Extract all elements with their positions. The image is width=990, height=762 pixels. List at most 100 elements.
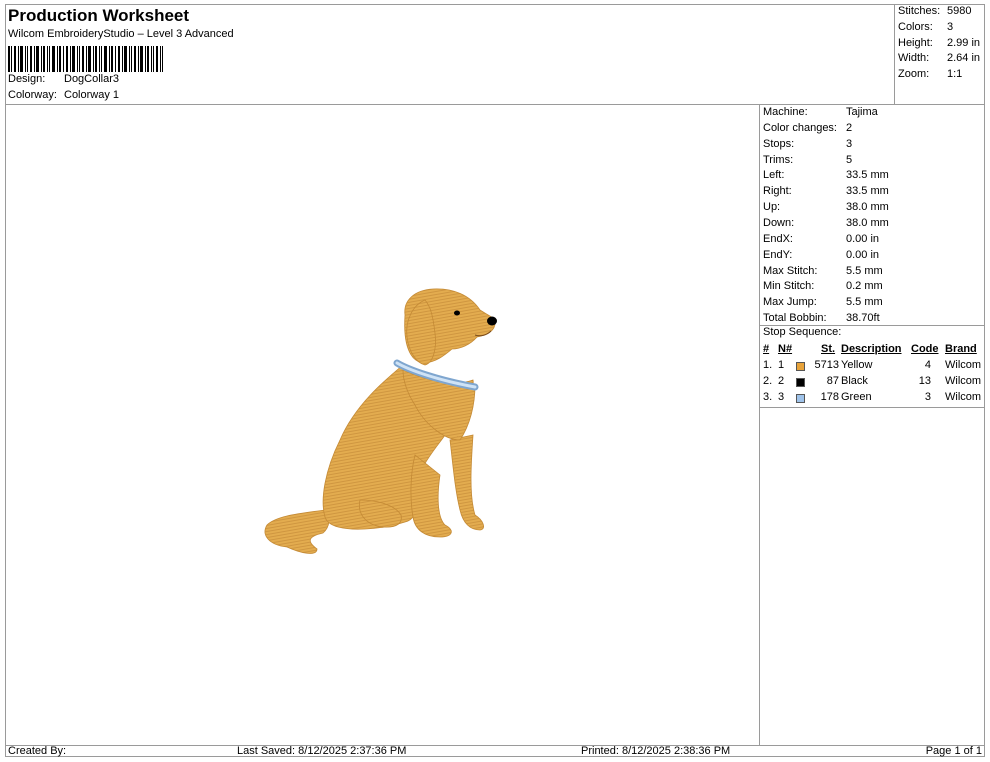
- machine-info-value: 33.5 mm: [846, 169, 889, 182]
- row-code: 4: [924, 359, 931, 371]
- last-saved: Last Saved: 8/12/2025 2:37:36 PM: [237, 745, 407, 757]
- row-code: 13: [918, 375, 931, 387]
- machine-info-row: Color changes: 2: [763, 122, 852, 134]
- colorway-value: Colorway 1: [64, 89, 120, 101]
- row-needle: 2: [778, 375, 785, 387]
- printed-date: Printed: 8/12/2025 2:38:36 PM: [581, 745, 731, 757]
- design-row: Design: DogCollar3: [8, 73, 119, 85]
- machine-info-value: 38.0 mm: [846, 216, 889, 229]
- row-needle: 3: [778, 391, 785, 403]
- machine-info-value: 33.5 mm: [846, 185, 889, 198]
- stat-label: Height:: [898, 37, 933, 49]
- row-needle: 1: [778, 359, 785, 371]
- row-brand: Wilcom: [945, 375, 982, 387]
- machine-info-value: 38.70ft: [846, 312, 880, 325]
- row-code: 3: [924, 391, 931, 403]
- machine-info-value: Tajima: [846, 106, 878, 118]
- machine-info-row: Right: 33.5 mm: [763, 185, 889, 197]
- table-row: 1. 1 5713 Yellow 4 Wilcom: [760, 359, 985, 375]
- machine-info-label: Machine:: [763, 106, 808, 118]
- machine-info-row: Total Bobbin: 38.70ft: [763, 312, 880, 324]
- row-brand: Wilcom: [945, 359, 982, 371]
- machine-info-row: Min Stitch: 0.2 mm: [763, 280, 883, 292]
- design-label: Design:: [8, 73, 46, 85]
- machine-info-value: 5.5 mm: [846, 264, 883, 277]
- stat-zoom: Zoom: 1:1: [898, 68, 962, 80]
- machine-info-label: Max Jump:: [763, 296, 817, 309]
- machine-info-row: Up: 38.0 mm: [763, 201, 889, 213]
- col-header-code: Code: [911, 343, 939, 355]
- stat-stitches: Stitches: 5980: [898, 5, 971, 17]
- stat-label: Zoom:: [898, 68, 930, 80]
- machine-info-value: 5: [846, 153, 853, 166]
- machine-info-label: Max Stitch:: [763, 264, 818, 277]
- row-description: Black: [841, 375, 868, 387]
- machine-info-label: Left:: [763, 169, 785, 182]
- page-number: Page 1 of 1: [925, 745, 982, 757]
- machine-info-row: Trims: 5: [763, 154, 852, 166]
- stat-label: Stitches:: [898, 5, 941, 17]
- stat-value: 3: [947, 21, 954, 33]
- stat-width: Width: 2.64 in: [898, 52, 980, 64]
- table-row: 3. 3 178 Green 3 Wilcom: [760, 391, 985, 407]
- created-by: Created By:: [8, 745, 67, 757]
- color-swatch: [796, 394, 805, 403]
- page-title: Production Worksheet: [8, 6, 190, 25]
- software-subtitle: Wilcom EmbroideryStudio – Level 3 Advanc…: [8, 28, 234, 40]
- machine-info-label: Stops:: [763, 137, 795, 150]
- row-stitches: 5713: [814, 359, 839, 371]
- machine-info-label: Right:: [763, 185, 792, 198]
- row-num: 1.: [763, 359, 773, 371]
- row-brand: Wilcom: [945, 391, 982, 403]
- machine-info-row: EndX: 0.00 in: [763, 233, 879, 245]
- colorway-label: Colorway:: [8, 89, 57, 101]
- barcode-image: [8, 46, 163, 72]
- stat-value: 2.99 in: [947, 37, 981, 49]
- machine-info-value: 0.00 in: [846, 232, 880, 245]
- stat-height: Height: 2.99 in: [898, 37, 980, 49]
- machine-info-label: Min Stitch:: [763, 280, 815, 293]
- row-num: 3.: [763, 391, 773, 403]
- col-header-n: N#: [778, 343, 793, 355]
- machine-info-row: Down: 38.0 mm: [763, 217, 889, 229]
- row-stitches: 87: [826, 375, 839, 387]
- stat-value: 1:1: [947, 68, 963, 80]
- machine-info-row: Max Stitch: 5.5 mm: [763, 265, 883, 277]
- stat-value: 5980: [947, 5, 972, 17]
- worksheet-header: Production Worksheet Wilcom EmbroiderySt…: [5, 4, 895, 105]
- machine-info-value: 0.00 in: [846, 248, 880, 261]
- stats-panel: Stitches: 5980 Colors: 3 Height: 2.99 in Wi…: [895, 4, 985, 105]
- machine-info-value: 5.5 mm: [846, 296, 883, 309]
- color-swatch: [796, 362, 805, 371]
- design-value: DogCollar3: [64, 73, 120, 85]
- machine-info-label: EndX:: [763, 232, 793, 245]
- machine-info-label: Total Bobbin:: [763, 312, 827, 325]
- machine-info-row: Max Jump: 5.5 mm: [763, 296, 883, 308]
- dog-embroidery-image: [264, 288, 497, 554]
- machine-info-row: Machine: Tajima: [763, 106, 878, 118]
- design-preview-canvas: [5, 105, 760, 745]
- row-description: Yellow: [841, 359, 873, 371]
- stat-label: Width:: [898, 52, 930, 64]
- machine-info-label: Up:: [763, 201, 781, 214]
- row-num: 2.: [763, 375, 773, 387]
- col-header-st: St.: [821, 343, 836, 355]
- row-stitches: 178: [820, 391, 839, 403]
- machine-info-row: Stops: 3: [763, 138, 852, 150]
- stat-value: 2.64 in: [947, 52, 981, 64]
- col-header-num: #: [763, 343, 770, 355]
- colorway-row: Colorway: Colorway 1: [8, 89, 119, 101]
- machine-info-label: Trims:: [763, 153, 794, 166]
- worksheet-footer: Created By: Last Saved: 8/12/2025 2:37:3…: [5, 745, 985, 757]
- machine-info-value: 3: [846, 137, 853, 150]
- stat-label: Colors:: [898, 21, 933, 33]
- color-swatch: [796, 378, 805, 387]
- machine-info-label: Color changes:: [763, 121, 837, 134]
- machine-info-value: 2: [846, 121, 853, 134]
- machine-info-label: Down:: [763, 216, 795, 229]
- machine-info-value: 38.0 mm: [846, 201, 889, 214]
- machine-info-row: Left: 33.5 mm: [763, 169, 889, 181]
- machine-info-value: 0.2 mm: [846, 280, 883, 293]
- machine-info-panel: Machine: Tajima Color changes: 2 Stops: 3 Trim…: [760, 105, 985, 745]
- row-description: Green: [841, 391, 872, 403]
